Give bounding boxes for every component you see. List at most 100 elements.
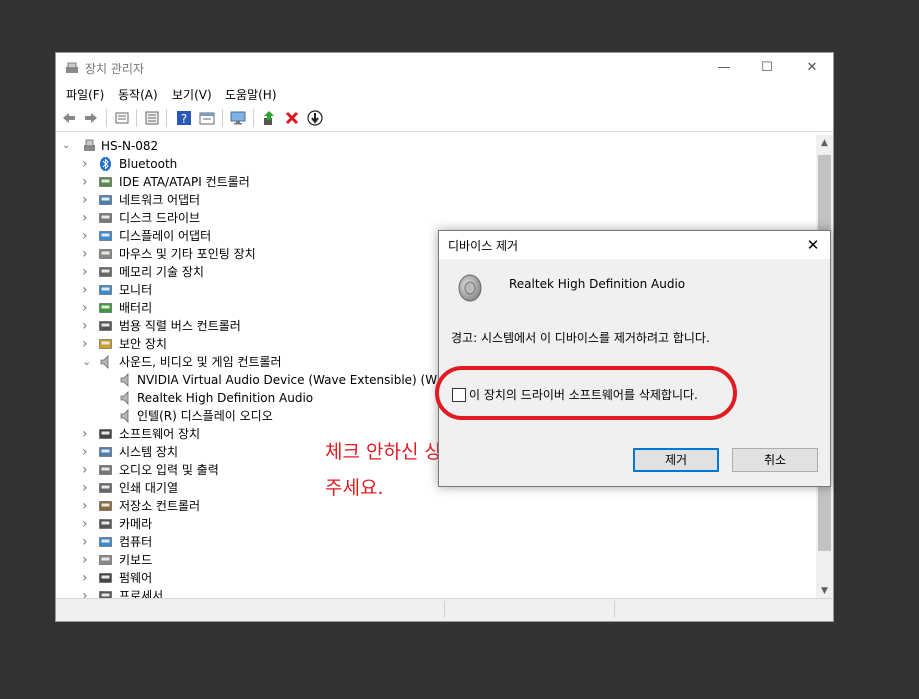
device-manager-icon xyxy=(66,62,78,73)
system-icon xyxy=(99,447,112,457)
tree-item-label: NVIDIA Virtual Audio Device (Wave Extens… xyxy=(137,373,462,387)
chevron-down-icon[interactable]: ⌄ xyxy=(82,353,92,371)
highlight-oval xyxy=(435,366,737,420)
tree-item-label: 컴퓨터 xyxy=(119,535,153,549)
dialog-title: 디바이스 제거 xyxy=(448,239,519,253)
dialog-close-button[interactable]: ✕ xyxy=(802,234,824,256)
speaker-icon xyxy=(120,391,129,405)
chevron-right-icon[interactable]: › xyxy=(82,479,92,497)
chevron-right-icon[interactable]: › xyxy=(82,173,92,191)
toolbar-separator xyxy=(222,109,223,127)
chevron-right-icon[interactable]: › xyxy=(82,299,92,317)
tree-item-label: 저장소 컨트롤러 xyxy=(119,499,201,513)
forward-icon[interactable] xyxy=(83,110,99,126)
chevron-right-icon[interactable]: › xyxy=(82,281,92,299)
title-bar[interactable]: 장치 관리자 — ☐ ✕ xyxy=(56,53,833,83)
chevron-right-icon[interactable]: › xyxy=(82,191,92,209)
menu-view[interactable]: 보기(V) xyxy=(172,86,212,103)
speaker-icon xyxy=(120,409,129,423)
tree-item-label: 펌웨어 xyxy=(119,571,153,585)
status-bar xyxy=(56,598,833,621)
chevron-right-icon[interactable]: › xyxy=(82,533,92,551)
warning-text: 경고: 시스템에서 이 디바이스를 제거하려고 합니다. xyxy=(451,331,710,345)
speaker-icon xyxy=(458,274,482,302)
speaker-icon xyxy=(100,355,109,369)
view-icon[interactable] xyxy=(199,110,215,126)
computer-icon xyxy=(84,139,95,151)
tree-item-label: 네트워크 어댑터 xyxy=(119,193,201,207)
chevron-right-icon[interactable]: › xyxy=(82,245,92,263)
disk-icon xyxy=(99,213,112,223)
uninstall-icon[interactable] xyxy=(284,110,300,126)
maximize-button[interactable]: ☐ xyxy=(744,53,790,83)
properties-icon[interactable] xyxy=(114,110,130,126)
close-button[interactable]: ✕ xyxy=(789,53,835,83)
dialog-title-bar[interactable]: 디바이스 제거 ✕ xyxy=(439,231,830,259)
tree-item-label: 키보드 xyxy=(119,553,153,567)
chevron-right-icon[interactable]: › xyxy=(82,209,92,227)
status-segment xyxy=(614,601,815,618)
storage-icon xyxy=(99,501,112,511)
tree-item-label: 인텔(R) 디스플레이 오디오 xyxy=(137,409,273,423)
scroll-down-icon[interactable]: ▼ xyxy=(816,583,833,599)
monitor-icon xyxy=(99,285,112,295)
tree-item-label: 카메라 xyxy=(119,517,153,531)
annotation-line-2: 주세요. xyxy=(325,477,384,499)
chevron-right-icon[interactable]: › xyxy=(82,263,92,281)
battery-icon xyxy=(99,303,112,313)
chevron-right-icon[interactable]: › xyxy=(82,551,92,569)
menu-help[interactable]: 도움말(H) xyxy=(225,86,277,103)
chevron-right-icon[interactable]: › xyxy=(82,461,92,479)
download-icon[interactable] xyxy=(307,110,323,126)
chevron-right-icon[interactable]: › xyxy=(82,497,92,515)
device-name: Realtek High Definition Audio xyxy=(509,277,686,291)
tree-item-label: 배터리 xyxy=(119,301,153,315)
chevron-right-icon[interactable]: › xyxy=(82,569,92,587)
camera-icon xyxy=(99,519,112,529)
tree-item-label: Bluetooth xyxy=(119,157,178,171)
toolbar-separator xyxy=(106,109,107,127)
chevron-right-icon[interactable]: › xyxy=(82,227,92,245)
menu-action[interactable]: 동작(A) xyxy=(118,86,158,103)
keyboard-icon xyxy=(99,555,112,565)
monitor-icon[interactable] xyxy=(230,110,246,126)
toolbar-separator xyxy=(253,109,254,127)
tree-item-label: 소프트웨어 장치 xyxy=(119,427,201,441)
tree-item-label: 시스템 장치 xyxy=(119,445,179,459)
list-icon[interactable] xyxy=(144,110,160,126)
network-icon xyxy=(99,195,112,205)
cancel-button[interactable]: 취소 xyxy=(732,448,818,472)
software-icon xyxy=(99,429,112,439)
tree-item-label: IDE ATA/ATAPI 컨트롤러 xyxy=(119,175,250,189)
toolbar: ? xyxy=(56,105,833,132)
usb-icon xyxy=(99,321,112,331)
chevron-right-icon[interactable]: › xyxy=(82,155,92,173)
chevron-right-icon[interactable]: › xyxy=(82,425,92,443)
bluetooth-icon xyxy=(100,157,111,171)
chevron-right-icon[interactable]: › xyxy=(82,317,92,335)
audio-io-icon xyxy=(99,465,112,475)
tree-item-label: 마우스 및 기타 포인팅 장치 xyxy=(119,247,256,261)
menu-file[interactable]: 파일(F) xyxy=(66,86,104,103)
menu-bar: 파일(F) 동작(A) 보기(V) 도움말(H) xyxy=(56,83,833,105)
mouse-icon xyxy=(99,249,112,259)
chevron-right-icon[interactable]: › xyxy=(82,335,92,353)
tree-item-label: 사운드, 비디오 및 게임 컨트롤러 xyxy=(119,355,282,369)
minimize-button[interactable]: — xyxy=(701,53,747,83)
tree-item-label: 디스크 드라이브 xyxy=(119,211,201,225)
svg-text:?: ? xyxy=(181,112,187,126)
chevron-down-icon[interactable]: ⌄ xyxy=(62,137,72,155)
ide-icon xyxy=(99,177,112,187)
help-icon[interactable]: ? xyxy=(176,110,192,126)
status-segment xyxy=(444,601,615,618)
tree-item-label: 모니터 xyxy=(119,283,153,297)
tree-item-label: Realtek High Definition Audio xyxy=(137,391,314,405)
back-icon[interactable] xyxy=(61,110,77,126)
chevron-right-icon[interactable]: › xyxy=(82,515,92,533)
uninstall-button[interactable]: 제거 xyxy=(633,448,719,472)
update-driver-icon[interactable] xyxy=(261,110,277,126)
tree-item-label: 오디오 입력 및 출력 xyxy=(119,463,219,477)
scroll-up-icon[interactable]: ▲ xyxy=(816,135,833,151)
chevron-right-icon[interactable]: › xyxy=(82,443,92,461)
tree-item-label: 인쇄 대기열 xyxy=(119,481,179,495)
